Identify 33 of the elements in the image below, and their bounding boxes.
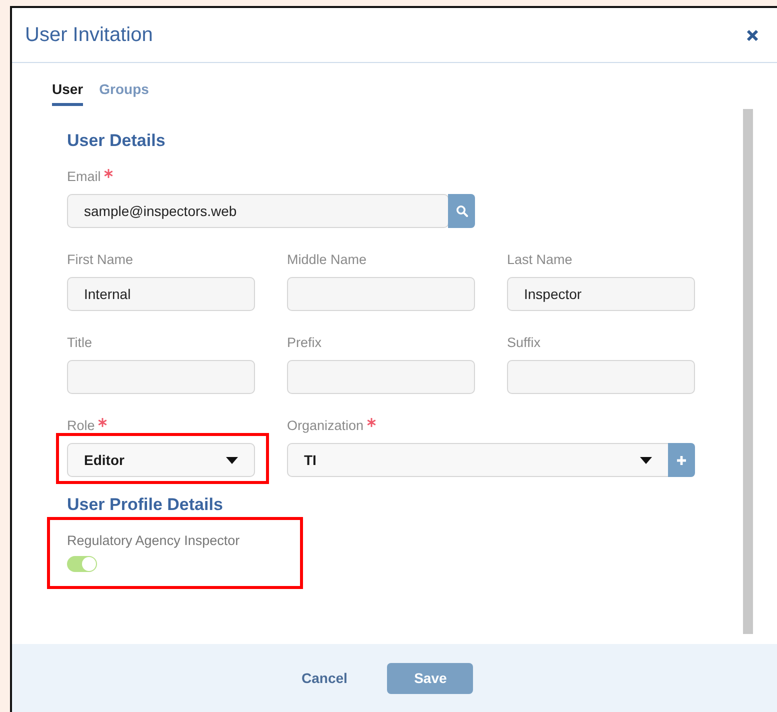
field-label: Last Name — [507, 252, 572, 266]
text-field[interactable] — [67, 360, 255, 394]
text-field[interactable] — [287, 277, 475, 311]
toggle-switch[interactable] — [67, 556, 97, 572]
dropdown[interactable]: Editor — [67, 443, 255, 477]
section-heading: User Profile Details — [67, 495, 224, 515]
text-field[interactable]: Inspector — [507, 277, 695, 311]
section-heading: User Details — [67, 131, 166, 151]
email-field[interactable]: sample@inspectors.web — [67, 194, 449, 228]
field-label: Suffix — [507, 334, 541, 350]
caret-icon — [640, 456, 652, 464]
close-icon[interactable] — [746, 28, 759, 42]
dropdown[interactable]: TI — [287, 443, 669, 477]
text-field[interactable]: Internal — [67, 277, 255, 311]
text-field[interactable] — [287, 360, 475, 394]
caret-icon — [226, 456, 238, 464]
cancel-button[interactable]: Cancel — [296, 669, 354, 687]
field-label: Middle Name — [287, 252, 367, 266]
text-field[interactable] — [507, 360, 695, 394]
search-button[interactable] — [448, 194, 475, 228]
field-label: Regulatory Agency Inspector — [67, 532, 240, 548]
field-label: Role — [67, 418, 95, 432]
dialog-title: User Invitation — [25, 24, 153, 46]
add-button[interactable] — [668, 443, 695, 477]
scrollbar[interactable] — [743, 109, 753, 634]
field-label: Email — [67, 168, 101, 184]
plus-icon — [676, 454, 687, 466]
field-label: First Name — [67, 252, 134, 266]
search-icon — [456, 205, 468, 217]
field-label: Title — [67, 334, 92, 350]
tab[interactable]: User — [52, 79, 84, 106]
field-label: Prefix — [287, 334, 322, 350]
field-label: Organization — [287, 418, 364, 432]
